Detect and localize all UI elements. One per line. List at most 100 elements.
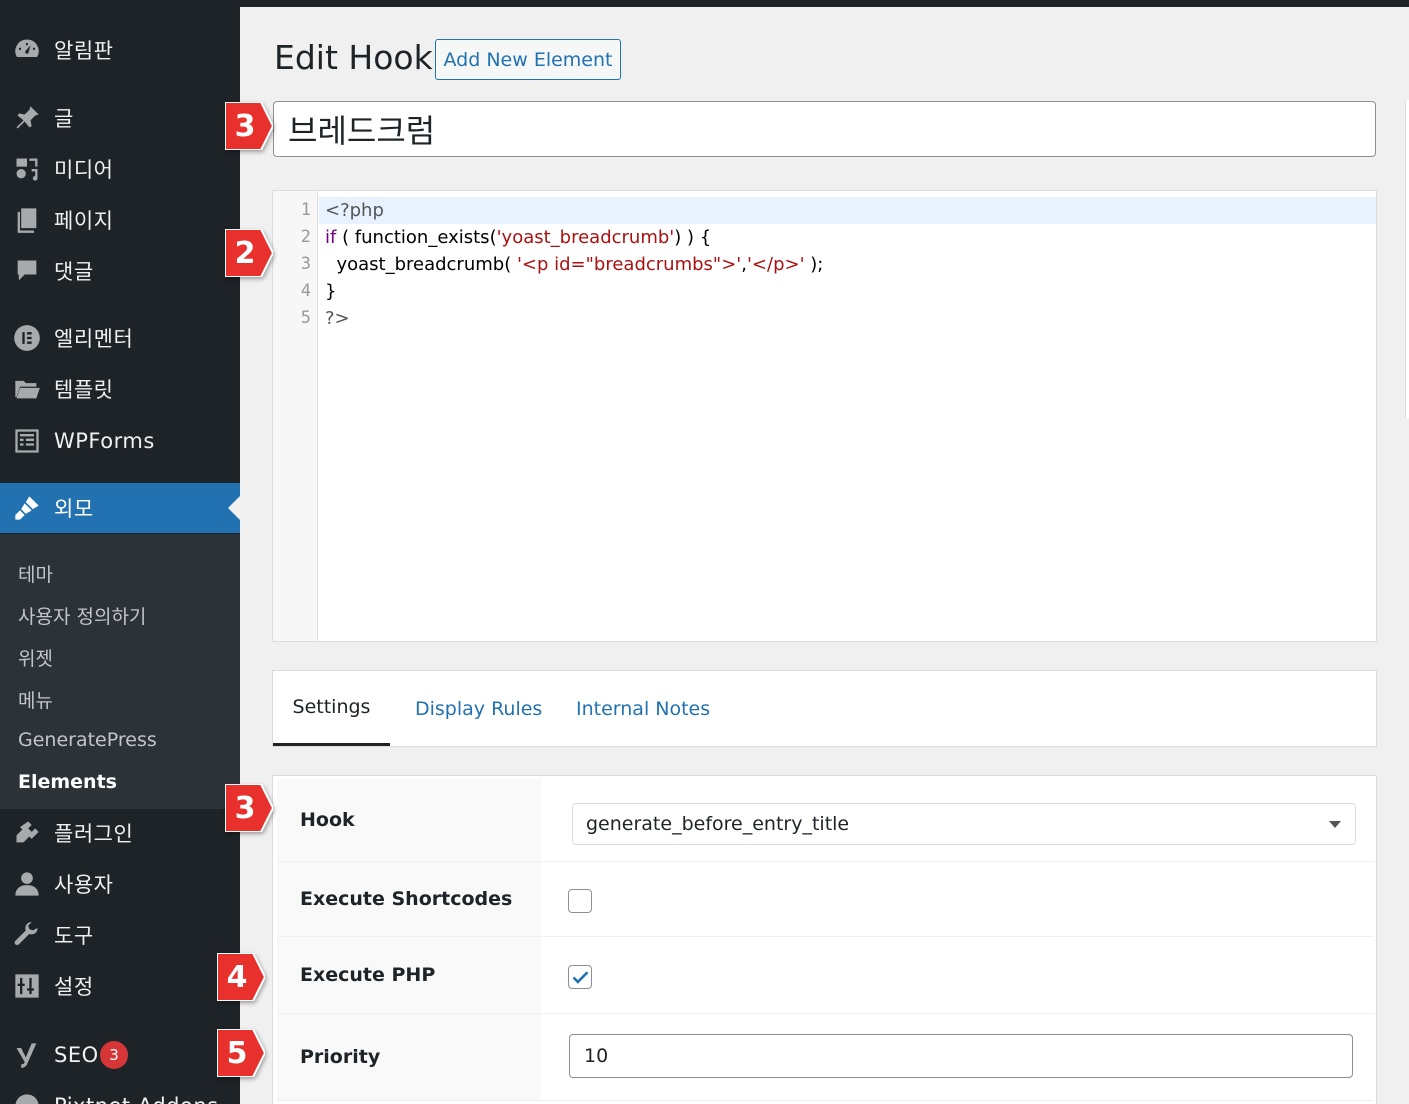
tab-display-rules[interactable]: Display Rules [415,671,542,746]
comments-icon [12,256,42,286]
sidebar-item-plugins[interactable]: 플러그인 [0,808,240,858]
sidebar-item-label: 페이지 [54,209,114,233]
tab-internal-notes[interactable]: Internal Notes [576,671,710,746]
sidebar-item-wpforms[interactable]: WPForms [0,416,240,466]
line-number: 4 [300,281,311,301]
add-new-element-button[interactable]: Add New Element [435,39,621,80]
line-number: 1 [300,200,311,220]
setting-row-priority: Priority 10 [277,1014,1374,1101]
sidebar-item-dashboard[interactable]: 알림판 [0,25,240,75]
sidebar-item-label: 도구 [54,924,94,948]
chevron-down-icon [1329,821,1341,828]
update-count-badge: 3 [100,1041,128,1069]
brush-icon [12,493,42,523]
code-line: if ( function_exists('yoast_breadcrumb')… [325,227,711,248]
sidebar-item-comments[interactable]: 댓글 [0,246,240,296]
hook-select[interactable]: generate_before_entry_title [572,803,1356,845]
priority-label: Priority [277,1014,541,1100]
admin-sidebar: 알림판 글 미디어 페이지 댓글 엘리멘터 템플릿 WPForms 외모 테마 … [0,7,240,1104]
code-line: yoast_breadcrumb( '<p id="breadcrumbs">'… [325,254,823,275]
line-number: 3 [300,254,311,274]
sidebar-item-label: 설정 [54,975,94,999]
sidebar-item-label: 템플릿 [54,378,114,402]
code-line: ?> [325,308,350,329]
setting-row-hook: Hook generate_before_entry_title [277,779,1374,862]
code-token: } [325,281,337,302]
hook-label: Hook [277,779,541,861]
admin-top-bar [0,0,1409,7]
code-token: <?php [325,200,384,221]
submenu-item-menus[interactable]: 메뉴 [18,686,53,713]
sidebar-item-label: 플러그인 [54,822,134,846]
code-line: <?php [325,200,384,221]
execute-shortcodes-checkbox[interactable] [568,889,592,913]
annotation-marker: 2 [224,228,275,278]
sidebar-item-settings[interactable]: 설정 [0,961,240,1011]
setting-row-shortcodes: Execute Shortcodes [277,862,1374,937]
settings-table: Hook generate_before_entry_title Execute… [272,775,1377,1104]
sidebar-item-media[interactable]: 미디어 [0,144,240,194]
elementor-icon [12,323,42,353]
appearance-submenu: 테마 사용자 정의하기 위젯 메뉴 GeneratePress Elements [0,534,240,809]
code-token: ?> [325,308,350,329]
annotation-marker: 5 [216,1028,267,1078]
code-token: ) ) { [674,227,712,248]
code-token: '</p>' [746,254,805,275]
addons-icon [12,1091,42,1104]
execute-php-checkbox[interactable] [568,965,592,989]
sidebar-item-pages[interactable]: 페이지 [0,195,240,245]
settings-icon [12,971,42,1001]
sidebar-item-seo[interactable]: SEO 3 [0,1030,240,1080]
tab-settings[interactable]: Settings [273,671,390,746]
line-number: 5 [300,308,311,328]
code-token: ( function_exists( [336,227,497,248]
submenu-item-themes[interactable]: 테마 [18,560,53,587]
post-title-input[interactable]: 브레드크럼 [273,101,1376,157]
code-token: ); [804,254,824,275]
pin-icon [12,103,42,133]
pages-icon [12,205,42,235]
sidebar-item-posts[interactable]: 글 [0,93,240,143]
sidebar-item-templates[interactable]: 템플릿 [0,364,240,414]
sidebar-item-appearance[interactable]: 외모 [0,483,240,533]
line-number-gutter: 1 2 3 4 5 [273,191,318,641]
user-icon [12,869,42,899]
sidebar-item-label: 댓글 [54,260,94,284]
plugin-icon [12,818,42,848]
sidebar-item-users[interactable]: 사용자 [0,859,240,909]
submenu-item-widgets[interactable]: 위젯 [18,644,53,671]
line-number: 2 [300,227,311,247]
priority-input[interactable]: 10 [569,1034,1353,1078]
sidebar-item-label: 외모 [54,497,94,521]
active-line-highlight [319,197,1376,224]
code-editor[interactable]: 1 2 3 4 5 <?php if ( function_exists('yo… [272,190,1377,642]
setting-row-php: Execute PHP [277,937,1374,1014]
sidebar-item-tools[interactable]: 도구 [0,910,240,960]
sidebar-item-label: Pixtnet Addons [54,1094,219,1104]
submenu-item-generatepress[interactable]: GeneratePress [18,729,157,751]
forms-icon [12,426,42,456]
dashboard-icon [12,35,42,65]
wrench-icon [12,920,42,950]
annotation-marker: 3 [224,101,275,151]
code-token: 'yoast_breadcrumb' [496,227,675,248]
sidebar-item-label: 엘리멘터 [54,327,134,351]
sidebar-item-label: 글 [54,107,74,131]
sidebar-item-label: 알림판 [54,39,114,63]
sidebar-item-elementor[interactable]: 엘리멘터 [0,313,240,363]
sidebar-item-label: 사용자 [54,873,114,897]
sidebar-item-label: WPForms [54,429,155,453]
sidebar-item-label: SEO [54,1043,99,1067]
execute-php-label: Execute PHP [277,937,541,1013]
execute-shortcodes-label: Execute Shortcodes [277,862,541,936]
media-icon [12,154,42,184]
submenu-item-customize[interactable]: 사용자 정의하기 [18,602,146,629]
code-token: if [325,227,337,248]
side-panel-edge [1405,100,1409,418]
folder-icon [12,374,42,404]
code-token: '<p id="breadcrumbs">' [516,254,742,275]
submenu-item-elements[interactable]: Elements [18,771,117,793]
hook-select-value: generate_before_entry_title [586,813,850,835]
sidebar-item-addons[interactable]: Pixtnet Addons [0,1081,240,1104]
page-title: Edit Hook [274,38,433,77]
